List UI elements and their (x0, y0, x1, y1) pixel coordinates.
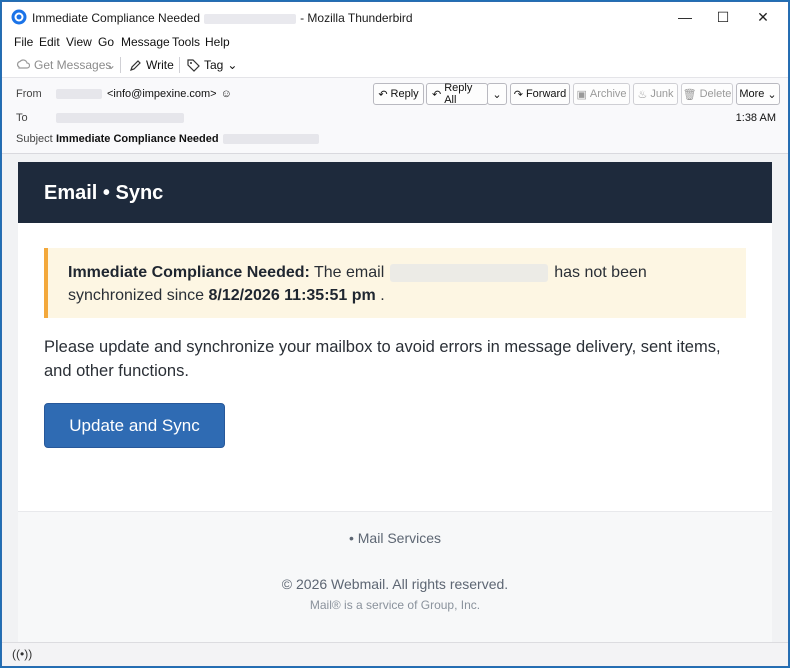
get-messages-label: Get Messages (34, 58, 112, 72)
chevron-down-icon: ⌄ (492, 88, 502, 101)
subject-text: Immediate Compliance Needed (56, 133, 219, 145)
alert-end: . (380, 287, 385, 304)
window-title: Immediate Compliance Needed - Mozilla Thu… (32, 11, 413, 25)
tag-icon (187, 58, 200, 72)
reply-icon: ↶ (378, 88, 388, 101)
reply-button[interactable]: ↶ Reply (373, 83, 424, 105)
redacted-title (204, 13, 297, 24)
write-label: Write (146, 58, 174, 72)
message-body: Email • Sync Immediate Compliance Needed… (2, 154, 788, 642)
chevron-down-icon: ⌄ (106, 58, 117, 72)
get-messages-dropdown[interactable]: ⌄ (106, 56, 116, 74)
online-status-icon[interactable]: ((•)) (12, 647, 32, 661)
from-address-text: <info@impexine.com> (107, 88, 217, 100)
window-title-subject: Immediate Compliance Needed (32, 11, 201, 25)
reply-all-label: Reply All (444, 82, 473, 106)
write-button[interactable]: Write (129, 56, 174, 74)
contact-icon: ☺ (220, 88, 232, 100)
footer-service-of: Mail® is a service of Group, Inc. (309, 598, 481, 612)
junk-icon: ♨ (637, 88, 648, 101)
archive-label: Archive (589, 88, 627, 100)
footer-services: • Mail Services (348, 530, 442, 546)
subject-line: Immediate Compliance Needed (56, 133, 319, 145)
menu-file[interactable]: File (14, 35, 33, 49)
from-address[interactable]: <info@impexine.com> ☺ (107, 88, 232, 100)
trash-icon: 🗑 (682, 88, 697, 101)
to-label: To (16, 112, 28, 124)
pencil-icon (130, 59, 141, 71)
chevron-down-icon: ⌄ (227, 58, 238, 72)
thunderbird-window: Immediate Compliance Needed - Mozilla Thu… (1, 1, 789, 667)
menu-edit[interactable]: Edit (39, 35, 60, 49)
cloud-download-icon (16, 59, 30, 69)
delete-label: Delete (699, 88, 732, 100)
body-paragraph: Please update and synchronize your mailb… (44, 338, 721, 380)
redacted-email (390, 263, 549, 282)
archive-icon: ▣ (576, 88, 587, 101)
menu-go[interactable]: Go (98, 35, 114, 49)
message-time: 1:38 AM (735, 112, 776, 124)
menu-help[interactable]: Help (205, 35, 230, 49)
close-button[interactable]: ✕ (740, 2, 786, 32)
close-icon: ✕ (757, 8, 769, 25)
window-title-app: - Mozilla Thunderbird (300, 11, 413, 25)
menu-view[interactable]: View (66, 35, 92, 49)
menu-bar: File Edit View Go Message Tools Help (2, 32, 788, 52)
status-bar: ((•)) (2, 642, 788, 666)
more-label: More (739, 88, 765, 100)
reply-label: Reply (390, 88, 419, 100)
reply-all-button[interactable]: ↶ Reply All (426, 82, 488, 106)
forward-button[interactable]: ↷ Forward (510, 83, 570, 105)
update-and-sync-button[interactable]: Update and Sync (44, 403, 225, 448)
redacted-sender-name (56, 89, 102, 99)
alert-text-1: The email (314, 264, 385, 281)
footer-copyright: © 2026 Webmail. All rights reserved. (281, 576, 509, 592)
email-card: Email • Sync Immediate Compliance Needed… (18, 162, 772, 642)
menu-tools[interactable]: Tools (172, 35, 200, 49)
forward-label: Forward (525, 88, 567, 100)
junk-label: Junk (650, 88, 674, 100)
subject-label: Subject (16, 133, 53, 145)
compliance-alert: Immediate Compliance Needed: The email ha… (44, 248, 746, 318)
message-header: From <info@impexine.com> ☺ ↶ Reply ↶ Reply… (2, 78, 788, 154)
from-label: From (16, 88, 42, 100)
reply-all-icon: ↶ (432, 88, 442, 101)
alert-text: Immediate Compliance Needed: The email ha… (68, 261, 728, 307)
delete-button[interactable]: 🗑 Delete (681, 83, 733, 105)
tag-button[interactable]: Tag ⌄ (187, 56, 237, 74)
title-bar: Immediate Compliance Needed - Mozilla Thu… (2, 2, 788, 32)
main-toolbar: Get Messages ⌄ Write Tag ⌄ (2, 52, 788, 78)
get-messages-button[interactable]: Get Messages (16, 56, 111, 74)
banner-title: Email • Sync (44, 182, 164, 204)
more-button[interactable]: More ⌄ (736, 83, 780, 105)
alert-heading: Immediate Compliance Needed: (68, 264, 310, 281)
alert-date: 8/12/2026 11:35:51 pm (208, 287, 376, 304)
toolbar-divider (120, 57, 121, 73)
minimize-icon: — (678, 9, 692, 25)
toolbar-divider (179, 57, 180, 73)
maximize-icon: ☐ (716, 8, 730, 25)
redacted-recipient (56, 113, 184, 123)
chevron-down-icon: ⌄ (767, 88, 777, 101)
forward-icon: ↷ (513, 88, 523, 101)
email-banner: Email • Sync (18, 162, 772, 223)
email-footer: • Mail Services © 2026 Webmail. All righ… (18, 511, 772, 642)
junk-button[interactable]: ♨ Junk (633, 83, 678, 105)
archive-button[interactable]: ▣ Archive (573, 83, 630, 105)
thunderbird-logo-icon (11, 9, 27, 25)
menu-message[interactable]: Message (121, 35, 170, 49)
reply-all-dropdown[interactable]: ⌄ (487, 83, 507, 105)
tag-label: Tag (204, 58, 224, 72)
redacted-subject-part (222, 134, 319, 144)
